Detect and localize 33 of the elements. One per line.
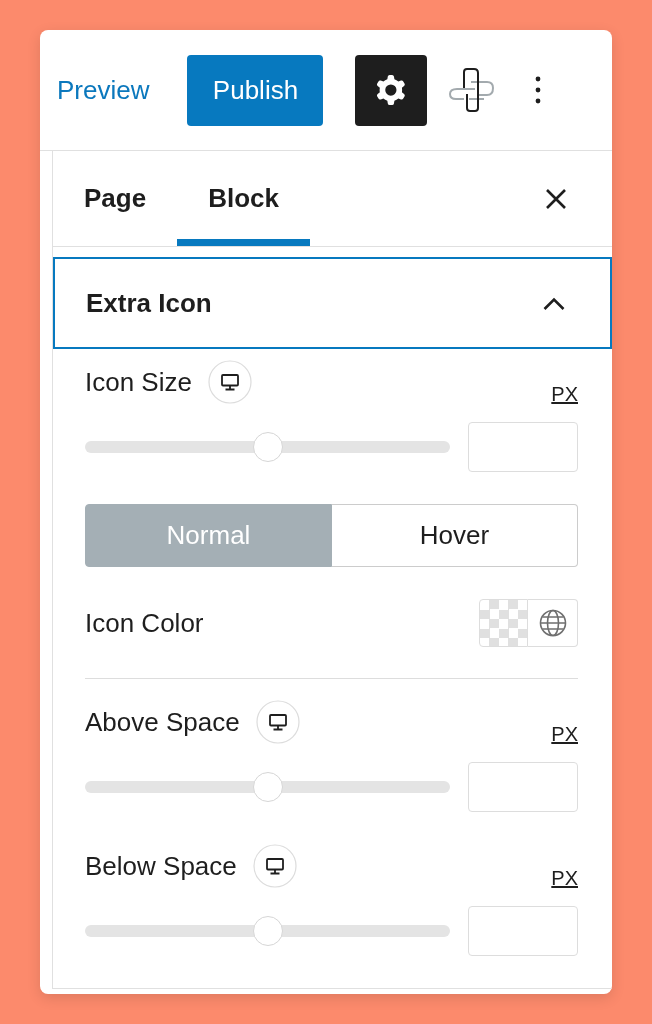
slider-track[interactable] [85, 432, 450, 462]
state-tab[interactable]: Hover [332, 504, 578, 567]
control-label: Above Space [85, 706, 240, 738]
control-label: Icon Size [85, 366, 192, 398]
control-label: Icon Color [85, 607, 204, 639]
checkerboard-swatch-icon[interactable] [479, 599, 528, 647]
number-input[interactable] [468, 422, 578, 472]
gear-icon [376, 75, 407, 105]
global-color-button[interactable] [528, 599, 578, 647]
sidebar-tab[interactable]: Block [177, 151, 310, 246]
sidebar-tab[interactable]: Page [53, 151, 178, 246]
number-input[interactable] [468, 762, 578, 812]
panel-header[interactable]: Extra Icon [53, 257, 612, 349]
slider-thumb[interactable] [252, 432, 283, 462]
slider-track[interactable] [85, 772, 450, 802]
monitor-icon[interactable] [252, 844, 297, 888]
more-menu-icon[interactable] [535, 76, 542, 104]
settings-button[interactable] [355, 54, 428, 126]
slider-thumb[interactable] [252, 916, 283, 946]
publish-button[interactable]: Publish [187, 54, 324, 126]
interlaced-logo-icon[interactable] [449, 68, 495, 112]
unit-toggle[interactable]: PX [551, 723, 578, 746]
close-icon[interactable] [545, 187, 567, 210]
control-label: Below Space [85, 850, 237, 882]
number-input[interactable] [468, 906, 578, 956]
monitor-icon[interactable] [207, 360, 252, 404]
unit-toggle[interactable]: PX [551, 383, 578, 406]
globe-icon [538, 609, 567, 637]
monitor-icon[interactable] [255, 700, 300, 744]
preview-link[interactable]: Preview [57, 74, 150, 106]
slider-thumb[interactable] [252, 772, 283, 802]
slider-track[interactable] [85, 916, 450, 946]
unit-toggle[interactable]: PX [551, 867, 578, 890]
